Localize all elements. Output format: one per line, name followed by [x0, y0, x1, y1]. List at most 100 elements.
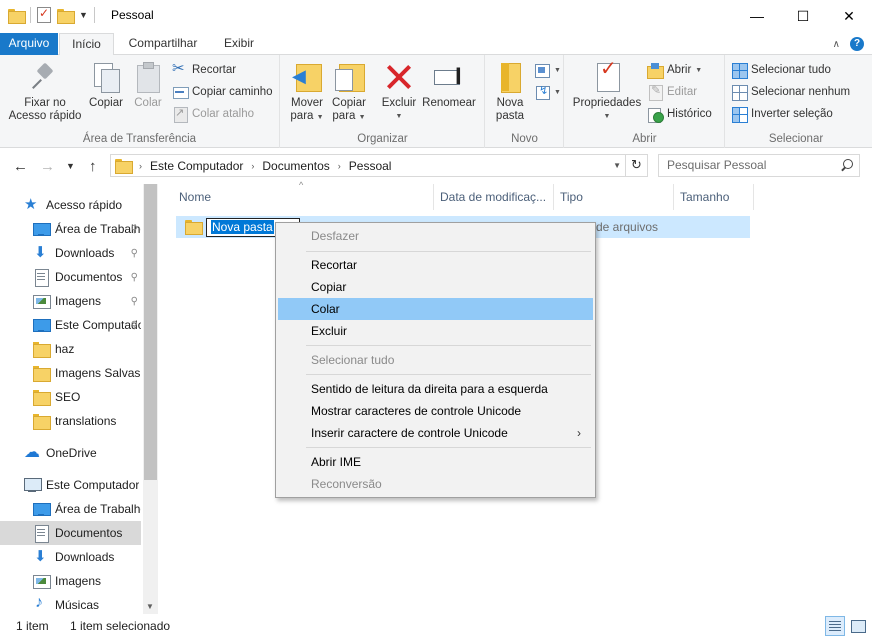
select-none-button[interactable]: Selecionar nenhum	[731, 83, 850, 101]
open-button[interactable]: Abrir ▼	[647, 61, 702, 79]
scrollbar-thumb[interactable]	[144, 184, 157, 480]
move-to-icon	[291, 61, 323, 93]
customize-toolbar-dropdown[interactable]: ▼	[79, 10, 88, 20]
maximize-button[interactable]: ☐	[780, 0, 826, 32]
menu-item-cut[interactable]: Recortar	[278, 254, 593, 276]
copy-label: Copiar	[89, 97, 123, 109]
menu-item-paste[interactable]: Colar	[278, 298, 593, 320]
window-title: Pessoal	[111, 8, 154, 22]
delete-button[interactable]: Excluir ▼	[379, 61, 419, 123]
search-box[interactable]: Pesquisar Pessoal	[658, 154, 860, 177]
copy-path-button[interactable]: Copiar caminho	[172, 83, 273, 101]
invert-selection-button[interactable]: Inverter seleção	[731, 105, 833, 123]
nav-pictures[interactable]: Imagens ⚲	[0, 289, 141, 313]
properties-quick-button[interactable]	[37, 6, 51, 23]
nav-pc-downloads[interactable]: Downloads	[0, 545, 141, 569]
minimize-button[interactable]: —	[734, 0, 780, 32]
nav-desktop[interactable]: Área de Trabalho ⚲	[0, 217, 141, 241]
minimize-ribbon-chevron-icon[interactable]: ∧	[833, 39, 840, 50]
nav-pc-desktop[interactable]: Área de Trabalho	[0, 497, 141, 521]
organize-group: Mover para ▼ Copiar para ▼ Excluir ▼ Ren…	[281, 55, 485, 148]
breadcrumb-personal[interactable]: Pessoal	[349, 159, 392, 173]
breadcrumb-documents[interactable]: Documentos	[262, 159, 329, 173]
menu-item-open-ime[interactable]: Abrir IME	[278, 451, 593, 473]
nav-onedrive[interactable]: OneDrive	[0, 441, 141, 465]
documents-icon	[33, 269, 49, 287]
breadcrumb-chevron-icon[interactable]: ›	[251, 161, 254, 171]
column-name[interactable]: Nome	[171, 184, 433, 210]
folder-icon	[33, 413, 51, 430]
breadcrumb-chevron-icon[interactable]: ›	[338, 161, 341, 171]
menu-item-show-unicode[interactable]: Mostrar caracteres de controle Unicode	[278, 400, 593, 422]
nav-label: OneDrive	[46, 446, 97, 460]
new-folder-quick-button[interactable]	[57, 8, 75, 24]
column-size[interactable]: Tamanho	[672, 184, 752, 210]
column-date-modified[interactable]: Data de modificaç...	[432, 184, 552, 210]
desktop-icon	[33, 501, 51, 517]
address-dropdown-icon[interactable]: ▼	[613, 161, 621, 170]
properties-button[interactable]: Propriedades ▼	[569, 61, 645, 123]
tab-share[interactable]: Compartilhar	[122, 33, 204, 55]
edit-button[interactable]: Editar	[647, 83, 697, 101]
breadcrumb-chevron-icon[interactable]: ›	[139, 161, 142, 171]
menu-item-rtl-reading[interactable]: Sentido de leitura da direita para a esq…	[278, 378, 593, 400]
menu-item-reconversion[interactable]: Reconversão	[278, 473, 593, 495]
refresh-icon[interactable]: ↻	[625, 155, 647, 176]
copy-to-button[interactable]: Copiar para ▼	[329, 61, 369, 124]
computer-icon	[24, 477, 42, 493]
details-view-icon[interactable]	[825, 616, 845, 636]
menu-item-delete[interactable]: Excluir	[278, 320, 593, 342]
nav-pc-documents[interactable]: Documentos	[0, 521, 141, 545]
address-bar[interactable]: › Este Computador › Documentos › Pessoal…	[110, 154, 648, 177]
history-button[interactable]: Histórico	[647, 105, 712, 123]
nav-label: Documentos	[55, 526, 123, 540]
open-label: Abrir	[667, 64, 692, 76]
rename-button[interactable]: Renomear	[421, 61, 477, 110]
nav-folder-seo[interactable]: SEO	[0, 385, 141, 409]
copy-button[interactable]: Copiar	[86, 61, 126, 110]
breadcrumb-this-pc[interactable]: Este Computador	[150, 159, 243, 173]
nav-this-pc[interactable]: Este Computador	[0, 473, 141, 497]
menu-separator	[306, 345, 591, 346]
cloud-icon	[24, 442, 40, 462]
menu-item-insert-unicode[interactable]: Inserir caractere de controle Unicode ›	[278, 422, 593, 444]
new-folder-button[interactable]: Nova pasta	[490, 61, 530, 123]
nav-downloads[interactable]: Downloads ⚲	[0, 241, 141, 265]
pin-to-quick-access-button[interactable]: Fixar no Acesso rápido	[6, 61, 84, 123]
nav-folder-saved-images[interactable]: Imagens Salvas	[0, 361, 141, 385]
scroll-down-arrow-icon[interactable]: ▼	[146, 602, 154, 611]
menu-item-undo[interactable]: Desfazer	[278, 225, 593, 247]
up-arrow-icon[interactable]: ↑	[89, 158, 97, 175]
column-divider[interactable]	[753, 184, 754, 210]
nav-documents[interactable]: Documentos ⚲	[0, 265, 141, 289]
cut-button[interactable]: Recortar	[172, 59, 236, 79]
forward-arrow-icon[interactable]: →	[40, 158, 55, 175]
folder-icon	[33, 341, 51, 358]
tab-view[interactable]: Exibir	[214, 33, 264, 55]
move-to-button[interactable]: Mover para ▼	[287, 61, 327, 124]
nav-folder-haz[interactable]: haz	[0, 337, 141, 361]
recent-locations-chevron-icon[interactable]: ▼	[66, 161, 75, 171]
toolbar-separator	[93, 7, 95, 23]
column-type[interactable]: Tipo	[552, 184, 672, 210]
menu-item-copy[interactable]: Copiar	[278, 276, 593, 298]
large-icons-view-icon[interactable]	[848, 616, 868, 636]
edit-icon	[647, 83, 663, 101]
close-button[interactable]: ✕	[826, 0, 872, 32]
new-item-button[interactable]: ▼	[534, 61, 561, 79]
nav-folder-translations[interactable]: translations	[0, 409, 141, 433]
paste-button[interactable]: Colar	[130, 61, 166, 110]
menu-item-select-all[interactable]: Selecionar tudo	[278, 349, 593, 371]
nav-scrollbar[interactable]: ▼	[143, 184, 158, 614]
tab-file[interactable]: Arquivo	[0, 33, 58, 55]
easy-access-button[interactable]: ▼	[534, 83, 561, 101]
help-icon[interactable]: ?	[850, 37, 864, 51]
navigation-pane: Acesso rápido Área de Trabalho ⚲ Downloa…	[0, 184, 158, 614]
nav-pc-pictures[interactable]: Imagens	[0, 569, 141, 593]
nav-this-pc-pinned[interactable]: Este Computador ⚲	[0, 313, 141, 337]
back-arrow-icon[interactable]: ←	[13, 158, 28, 175]
tab-home[interactable]: Início	[59, 33, 114, 56]
select-all-button[interactable]: Selecionar tudo	[731, 61, 831, 79]
nav-quick-access[interactable]: Acesso rápido	[0, 193, 141, 217]
paste-shortcut-button[interactable]: Colar atalho	[172, 105, 254, 123]
